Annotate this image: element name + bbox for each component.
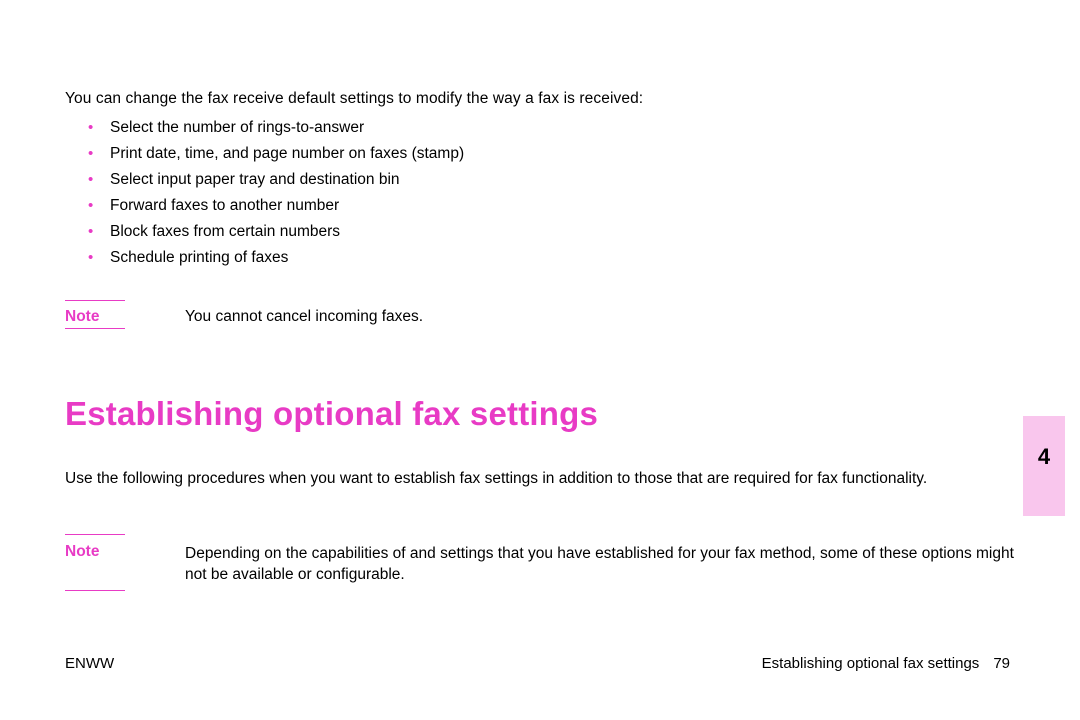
document-page: You can change the fax receive default s…	[0, 0, 1080, 720]
intro-paragraph: You can change the fax receive default s…	[65, 90, 643, 108]
note-text: You cannot cancel incoming faxes.	[185, 308, 423, 326]
chapter-number: 4	[1038, 444, 1050, 470]
chapter-tab: 4	[1023, 416, 1065, 516]
note-label: Note	[65, 543, 99, 561]
list-item: Block faxes from certain numbers	[80, 219, 464, 245]
bullet-list: Select the number of rings-to-answer Pri…	[80, 115, 464, 271]
body-paragraph: Use the following procedures when you wa…	[65, 468, 1015, 489]
note-label: Note	[65, 308, 99, 326]
footer-title: Establishing optional fax settings	[762, 655, 980, 672]
section-heading: Establishing optional fax settings	[65, 395, 598, 433]
list-item: Forward faxes to another number	[80, 193, 464, 219]
footer-left: ENWW	[65, 655, 114, 672]
list-item: Print date, time, and page number on fax…	[80, 141, 464, 167]
list-item: Select input paper tray and destination …	[80, 167, 464, 193]
note-rule	[65, 590, 125, 591]
footer-right: Establishing optional fax settings 79	[762, 655, 1010, 672]
note-rule	[65, 328, 125, 329]
note-rule	[65, 534, 125, 535]
page-number: 79	[993, 655, 1010, 672]
note-text: Depending on the capabilities of and set…	[185, 543, 1015, 585]
list-item: Select the number of rings-to-answer	[80, 115, 464, 141]
note-rule	[65, 300, 125, 301]
list-item: Schedule printing of faxes	[80, 245, 464, 271]
